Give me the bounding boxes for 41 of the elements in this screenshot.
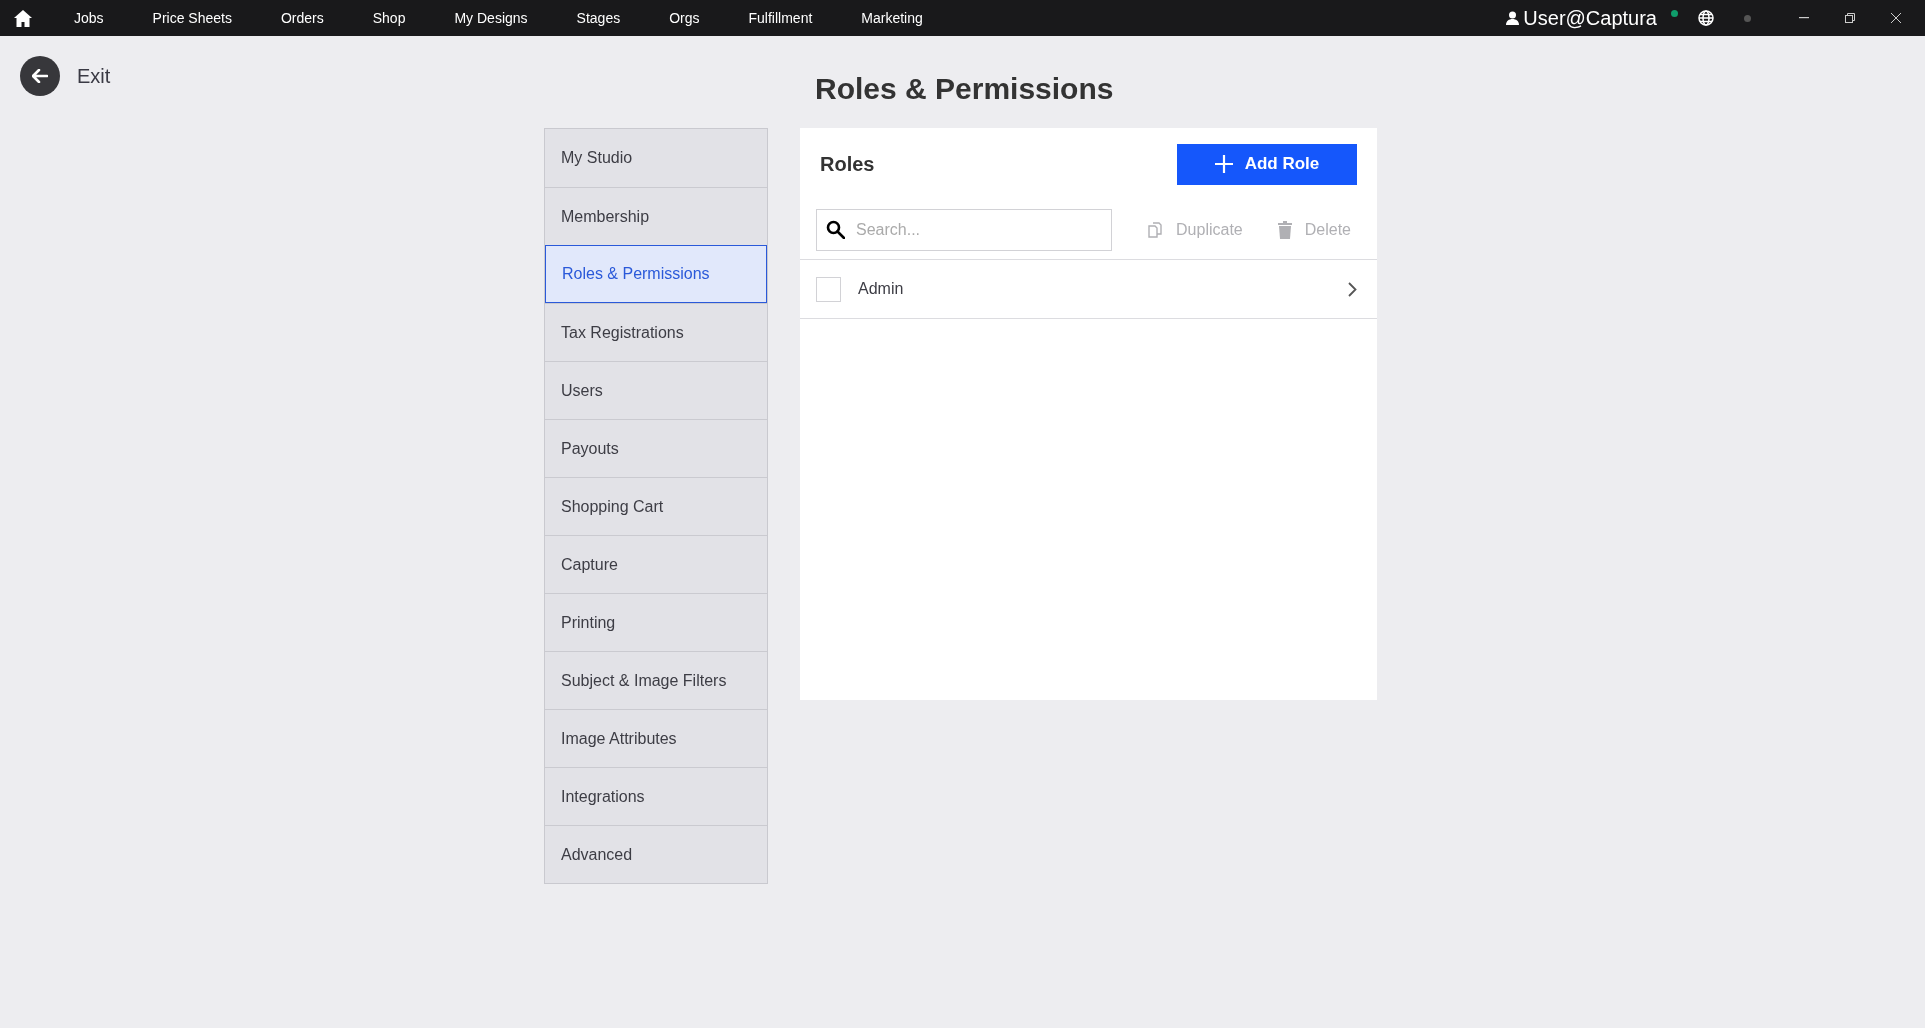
sidebar-item[interactable]: Tax Registrations	[545, 303, 767, 361]
nav-link[interactable]: Jobs	[74, 7, 104, 29]
nav-link[interactable]: Price Sheets	[152, 7, 232, 29]
sidebar-item[interactable]: Capture	[545, 535, 767, 593]
sidebar-item[interactable]: Subject & Image Filters	[545, 651, 767, 709]
sidebar-item[interactable]: My Studio	[545, 129, 767, 187]
role-row[interactable]: Admin	[800, 260, 1377, 319]
add-role-button[interactable]: Add Role	[1177, 143, 1357, 185]
nav-link[interactable]: Marketing	[861, 7, 923, 29]
minimize-icon	[1799, 17, 1809, 19]
user-icon	[1506, 11, 1520, 25]
sidebar-item[interactable]: Roles & Permissions	[545, 245, 767, 303]
sidebar-item[interactable]: Shopping Cart	[545, 477, 767, 535]
role-name: Admin	[858, 279, 904, 299]
panel-title: Roles	[820, 152, 875, 177]
search-icon	[826, 219, 845, 239]
plus-icon	[1214, 155, 1233, 173]
sidebar-item[interactable]: Image Attributes	[545, 709, 767, 767]
nav-link[interactable]: Fulfillment	[748, 7, 813, 29]
search-field[interactable]: Search...	[816, 208, 1112, 251]
close-icon	[1891, 13, 1901, 23]
exit-button[interactable]: Exit	[20, 56, 111, 96]
copy-icon	[1146, 220, 1165, 239]
sidebar-item[interactable]: Printing	[545, 593, 767, 651]
nav-link[interactable]: Orders	[280, 7, 324, 29]
page-title: Roles & Permissions	[814, 71, 1115, 107]
restore-icon	[1845, 13, 1855, 23]
sidebar-item[interactable]: Users	[545, 361, 767, 419]
nav-link[interactable]: Shop	[372, 7, 406, 29]
sidebar-item[interactable]: Integrations	[545, 767, 767, 825]
nav-link[interactable]: Stages	[576, 7, 621, 29]
nav-link[interactable]: My Designs	[454, 7, 528, 29]
sidebar-item[interactable]: Advanced	[545, 825, 767, 883]
nav-link[interactable]: Orgs	[669, 7, 700, 29]
row-checkbox[interactable]	[816, 276, 841, 302]
chevron-right-icon	[1348, 281, 1357, 297]
home-icon[interactable]	[14, 9, 32, 27]
trash-icon	[1276, 220, 1293, 239]
sidebar-item[interactable]: Payouts	[545, 419, 767, 477]
globe-icon[interactable]	[1698, 10, 1714, 26]
user-name[interactable]: User@Captura	[1523, 3, 1657, 33]
